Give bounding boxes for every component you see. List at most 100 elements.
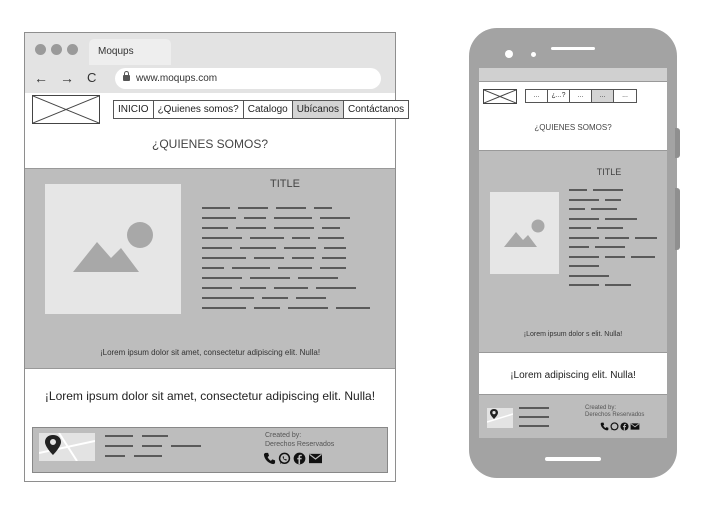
placeholder-text-line xyxy=(597,227,623,229)
whatsapp-icon[interactable] xyxy=(610,422,619,431)
placeholder-text-line xyxy=(519,416,549,418)
placeholder-text-line xyxy=(314,207,332,209)
placeholder-text-line xyxy=(605,217,637,220)
window-close-dot[interactable] xyxy=(35,44,46,55)
forward-arrow-icon[interactable]: → xyxy=(60,70,74,86)
browser-chrome: Moqups ← → C www.moqups.com xyxy=(25,33,395,93)
placeholder-text-line xyxy=(336,307,370,309)
placeholder-text-line xyxy=(202,237,242,239)
hero-title: TITLE xyxy=(270,178,300,190)
back-arrow-icon[interactable]: ← xyxy=(34,70,48,86)
facebook-icon[interactable] xyxy=(293,452,306,465)
placeholder-text-line xyxy=(240,247,276,249)
placeholder-text-line xyxy=(569,284,599,286)
placeholder-text-line xyxy=(202,227,228,229)
mobile-nav-item-1[interactable]: ... xyxy=(526,90,548,102)
placeholder-text-line xyxy=(142,445,162,447)
facebook-icon[interactable] xyxy=(620,422,629,431)
window-maximize-dot[interactable] xyxy=(67,44,78,55)
placeholder-text-line xyxy=(631,255,655,258)
placeholder-text-line xyxy=(238,207,268,209)
mobile-nav-menu: ... ¿...? ... ... ... xyxy=(525,89,637,103)
phone-power-button xyxy=(675,188,680,250)
map-pin-icon xyxy=(490,409,498,419)
phone-speaker xyxy=(551,47,595,50)
hero-caption: ¡Lorem ipsum dolor sit amet, consectetur… xyxy=(99,348,321,357)
map-placeholder[interactable] xyxy=(38,432,96,462)
placeholder-text-line xyxy=(605,284,631,286)
mobile-social-icons xyxy=(600,422,640,431)
placeholder-text-line xyxy=(142,435,168,437)
placeholder-text-line xyxy=(274,287,308,289)
hero-section: TITLE ¡Lorem ipsum dolor sit amet, conse… xyxy=(25,168,395,369)
placeholder-text-line xyxy=(605,236,629,239)
placeholder-text-line xyxy=(519,407,549,409)
credit-rights: Derechos Reservados xyxy=(585,412,645,418)
placeholder-text-line xyxy=(202,267,224,269)
placeholder-text-line xyxy=(316,287,356,289)
mobile-hero-section: TITLE ¡Lorem ipsum dolor s elit. Nulla! xyxy=(479,150,667,353)
browser-tab[interactable]: Moqups xyxy=(89,39,171,65)
whatsapp-icon[interactable] xyxy=(278,452,291,465)
mobile-nav-item-5[interactable]: ... xyxy=(614,90,636,102)
placeholder-text-line xyxy=(292,237,310,239)
nav-item-contactanos[interactable]: Contáctanos xyxy=(344,101,409,118)
mail-icon[interactable] xyxy=(308,452,323,465)
placeholder-text-line xyxy=(276,207,306,209)
mobile-map-placeholder[interactable] xyxy=(486,408,514,428)
phone-icon[interactable] xyxy=(263,452,276,465)
mobile-nav-item-4[interactable]: ... xyxy=(592,90,614,102)
mobile-section-heading: ¿QUIENES SOMOS? xyxy=(534,123,612,132)
placeholder-text-line xyxy=(250,237,284,239)
reload-icon[interactable]: C xyxy=(87,70,96,86)
image-icon xyxy=(504,219,545,247)
placeholder-text-line xyxy=(274,227,314,229)
placeholder-text-line xyxy=(202,287,232,289)
placeholder-text-line xyxy=(105,445,133,447)
placeholder-text-line xyxy=(232,267,270,269)
address-bar[interactable]: www.moqups.com xyxy=(115,68,381,89)
placeholder-text-line xyxy=(318,237,344,239)
nav-item-catalogo[interactable]: Catalogo xyxy=(243,101,293,118)
logo-placeholder xyxy=(32,95,100,124)
placeholder-text-line xyxy=(254,307,280,309)
lock-icon xyxy=(123,71,130,81)
mobile-nav-item-3[interactable]: ... xyxy=(570,90,592,102)
window-minimize-dot[interactable] xyxy=(51,44,62,55)
placeholder-text-line xyxy=(244,217,266,219)
mobile-nav-item-2[interactable]: ¿...? xyxy=(548,90,570,102)
footer: Created by: Derechos Reservados xyxy=(32,427,388,473)
placeholder-text-line xyxy=(569,208,585,210)
mobile-tagline: ¡Lorem adipiscing elit. Nulla! xyxy=(510,370,636,381)
placeholder-text-line xyxy=(569,227,591,229)
placeholder-text-line xyxy=(569,274,609,277)
mobile-hero-caption: ¡Lorem ipsum dolor s elit. Nulla! xyxy=(523,331,623,338)
section-heading: ¿QUIENES SOMOS? xyxy=(151,137,269,151)
placeholder-text-line xyxy=(324,247,346,249)
placeholder-text-line xyxy=(605,198,621,201)
placeholder-text-line xyxy=(284,247,316,249)
placeholder-text-line xyxy=(105,455,125,457)
nav-item-ubicanos[interactable]: Ubícanos xyxy=(292,101,344,118)
placeholder-text-line xyxy=(240,287,266,289)
placeholder-text-line xyxy=(320,267,346,269)
placeholder-text-line xyxy=(202,307,246,309)
placeholder-text-line xyxy=(298,277,338,279)
mobile-logo-placeholder xyxy=(483,89,517,104)
placeholder-text-line xyxy=(202,277,242,279)
tagline: ¡Lorem ipsum dolor sit amet, consectetur… xyxy=(44,389,376,403)
placeholder-text-line xyxy=(569,246,589,248)
nav-item-inicio[interactable]: INICIO xyxy=(114,101,154,118)
main-nav-menu: INICIO ¿Quienes somos? Catalogo Ubícanos… xyxy=(113,100,410,119)
placeholder-text-line xyxy=(322,227,340,229)
phone-icon[interactable] xyxy=(600,422,609,431)
placeholder-text-line xyxy=(134,455,162,457)
placeholder-text-line xyxy=(202,297,254,299)
mail-icon[interactable] xyxy=(630,422,640,431)
placeholder-text-line xyxy=(202,207,230,209)
social-icons xyxy=(263,452,323,465)
phone-status-bar xyxy=(479,68,667,82)
nav-item-quienes-somos[interactable]: ¿Quienes somos? xyxy=(153,101,244,118)
placeholder-text-line xyxy=(274,217,312,219)
mobile-footer-credit: Created by: Derechos Reservados xyxy=(585,405,644,419)
